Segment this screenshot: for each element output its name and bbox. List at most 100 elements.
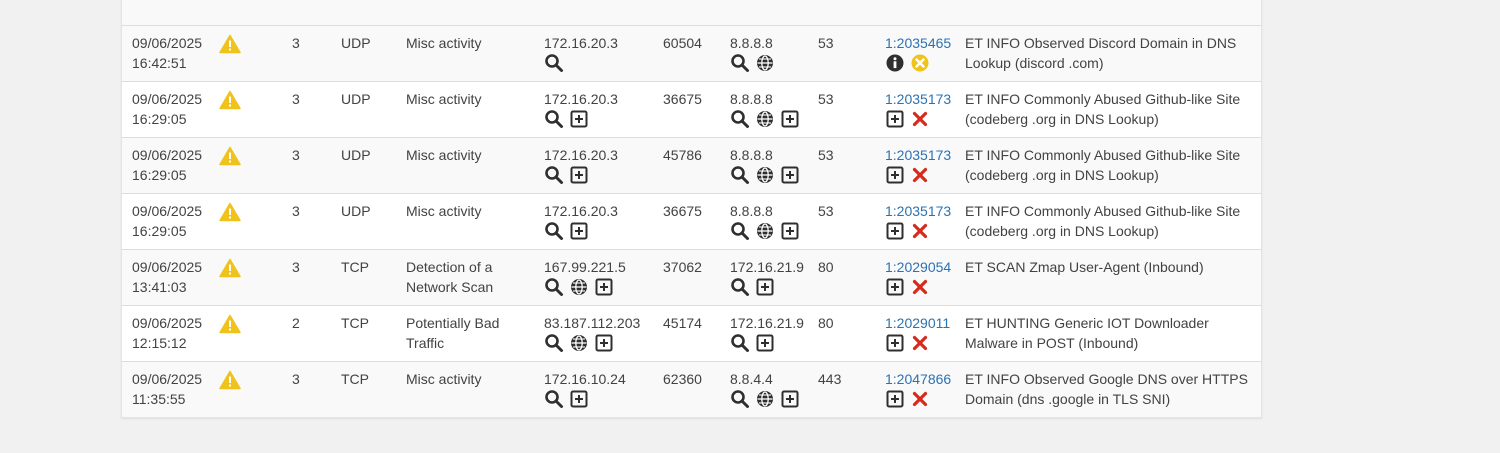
suppressed-icon[interactable] [910, 53, 930, 73]
classification-cell: Detection of a [406, 259, 493, 275]
search-icon[interactable] [544, 277, 564, 297]
globe-icon[interactable] [755, 221, 775, 241]
destination-ip: 8.8.8.8 [730, 203, 773, 219]
sid-link[interactable]: 1:2029054 [885, 259, 951, 275]
sid-link[interactable]: 1:2035173 [885, 91, 951, 107]
protocol-cell: UDP [341, 91, 371, 107]
search-icon[interactable] [730, 389, 750, 409]
remove-icon[interactable] [910, 333, 930, 353]
remove-icon[interactable] [910, 277, 930, 297]
description-line1: ET HUNTING Generic IOT Downloader [965, 315, 1209, 331]
search-icon[interactable] [544, 389, 564, 409]
add-icon[interactable] [780, 109, 800, 129]
globe-icon[interactable] [755, 389, 775, 409]
globe-icon[interactable] [755, 165, 775, 185]
add-icon[interactable] [885, 389, 905, 409]
description-line1: ET INFO Commonly Abused Github-like Site [965, 203, 1241, 219]
search-icon[interactable] [544, 221, 564, 241]
remove-icon[interactable] [910, 389, 930, 409]
search-icon[interactable] [544, 165, 564, 185]
alert-date: 09/06/2025 [132, 315, 203, 331]
search-icon[interactable] [730, 333, 750, 353]
classification-cell: Potentially Bad [406, 315, 500, 331]
add-icon[interactable] [885, 165, 905, 185]
sid-link[interactable]: 1:2029011 [885, 315, 950, 331]
add-icon[interactable] [569, 109, 589, 129]
globe-icon[interactable] [569, 333, 589, 353]
add-icon[interactable] [885, 221, 905, 241]
destination-ip: 8.8.8.8 [730, 147, 773, 163]
description-line1: ET INFO Observed Discord Domain in DNS [965, 35, 1237, 51]
globe-icon[interactable] [755, 109, 775, 129]
source-port: 60504 [663, 35, 702, 51]
add-icon[interactable] [885, 109, 905, 129]
remove-icon[interactable] [910, 109, 930, 129]
add-icon[interactable] [780, 165, 800, 185]
destination-icons [730, 109, 800, 129]
add-icon[interactable] [594, 333, 614, 353]
source-port: 45786 [663, 147, 702, 163]
sid-link[interactable]: 1:2035173 [885, 203, 951, 219]
globe-icon[interactable] [755, 53, 775, 73]
search-icon[interactable] [730, 53, 750, 73]
add-icon[interactable] [569, 221, 589, 241]
warning-icon [219, 34, 241, 54]
description-line2: Domain (dns .google in TLS SNI) [965, 391, 1171, 407]
warning-icon [219, 314, 241, 334]
priority-cell: 3 [292, 35, 300, 51]
alert-time: 16:42:51 [132, 55, 187, 71]
sid-icons [885, 333, 950, 353]
add-icon[interactable] [569, 165, 589, 185]
source-port: 36675 [663, 203, 702, 219]
add-icon[interactable] [755, 333, 775, 353]
destination-icons [730, 277, 804, 297]
search-icon[interactable] [544, 53, 564, 73]
search-icon[interactable] [730, 109, 750, 129]
info-icon[interactable] [885, 53, 905, 73]
sid-link[interactable]: 1:2035465 [885, 35, 951, 51]
remove-icon[interactable] [910, 221, 930, 241]
source-ip: 83.187.112.203 [544, 315, 641, 331]
protocol-cell: UDP [341, 35, 371, 51]
search-icon[interactable] [544, 333, 564, 353]
add-icon[interactable] [594, 277, 614, 297]
source-port: 36675 [663, 91, 702, 107]
search-icon[interactable] [730, 221, 750, 241]
sid-icons [885, 389, 951, 409]
destination-port: 53 [818, 35, 834, 51]
classification-cell: Misc activity [406, 371, 482, 387]
add-icon[interactable] [780, 389, 800, 409]
search-icon[interactable] [730, 165, 750, 185]
protocol-cell: UDP [341, 203, 371, 219]
sid-link[interactable]: 1:2035173 [885, 147, 951, 163]
description-line1: ET INFO Commonly Abused Github-like Site [965, 91, 1241, 107]
search-icon[interactable] [730, 277, 750, 297]
source-icons [544, 389, 626, 409]
alert-time: 11:35:55 [132, 391, 186, 407]
classification-cell-line2: Traffic [406, 335, 445, 351]
warning-icon [219, 146, 241, 166]
priority-cell: 3 [292, 147, 300, 163]
add-icon[interactable] [780, 221, 800, 241]
priority-cell: 3 [292, 259, 300, 275]
globe-icon[interactable] [569, 277, 589, 297]
search-icon[interactable] [544, 109, 564, 129]
source-port: 45174 [663, 315, 702, 331]
warning-icon [219, 90, 241, 110]
description-line2: (codeberg .org in DNS Lookup) [965, 111, 1159, 127]
destination-port: 443 [818, 371, 842, 387]
destination-ip: 8.8.4.4 [730, 371, 773, 387]
description-line1: ET INFO Observed Google DNS over HTTPS [965, 371, 1248, 387]
add-icon[interactable] [569, 389, 589, 409]
remove-icon[interactable] [910, 165, 930, 185]
destination-port: 80 [818, 259, 834, 275]
add-icon[interactable] [755, 277, 775, 297]
alert-date: 09/06/2025 [132, 259, 203, 275]
classification-cell: Misc activity [406, 35, 482, 51]
description-line2: Malware in POST (Inbound) [965, 335, 1139, 351]
add-icon[interactable] [885, 277, 905, 297]
sid-link[interactable]: 1:2047866 [885, 371, 951, 387]
destination-icons [730, 221, 800, 241]
add-icon[interactable] [885, 333, 905, 353]
description-line2: (codeberg .org in DNS Lookup) [965, 167, 1159, 183]
